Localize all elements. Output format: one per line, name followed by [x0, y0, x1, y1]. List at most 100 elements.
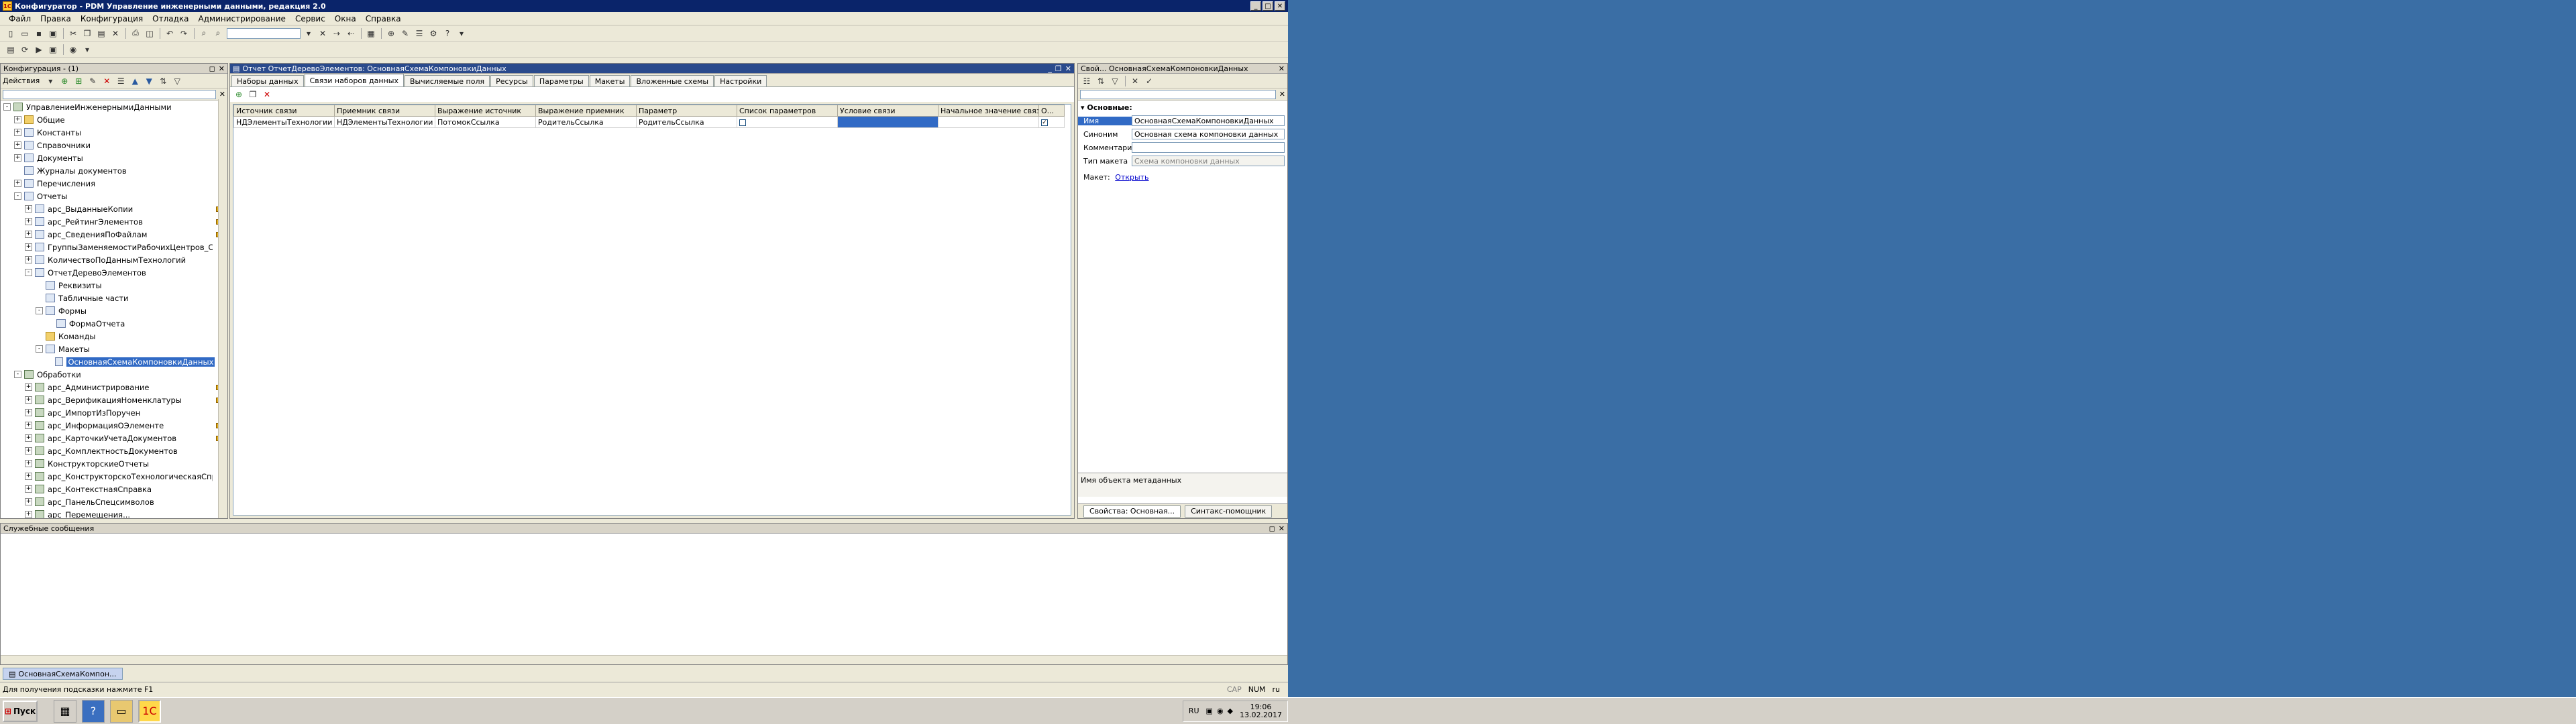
debug-start-icon[interactable]: ▶: [32, 44, 46, 56]
tree-item[interactable]: Табличные части: [3, 292, 227, 304]
table-row[interactable]: НДЭлементыТехнологии НДЭлементыТехнологии…: [233, 116, 1065, 128]
cell-initial[interactable]: [938, 116, 1039, 128]
taskbar-folder-icon[interactable]: ▭: [110, 699, 133, 723]
property-name[interactable]: Синоним: [1078, 130, 1132, 139]
tray-shield-icon[interactable]: ◆: [1228, 707, 1233, 715]
expand-icon[interactable]: +: [25, 498, 32, 505]
editor-tab[interactable]: Параметры: [533, 75, 589, 86]
config-search-input[interactable]: [3, 89, 216, 99]
delete-link-icon[interactable]: ✕: [260, 88, 274, 101]
expand-icon[interactable]: +: [25, 511, 32, 518]
move-up-icon[interactable]: ▲: [128, 75, 142, 87]
tree-item[interactable]: + арс_ИнформацияОЭлементе: [3, 419, 227, 432]
help-icon[interactable]: ?: [441, 27, 454, 40]
open-icon[interactable]: ▭: [18, 27, 32, 40]
clear-search-icon[interactable]: ✕: [219, 90, 225, 99]
collapse-icon[interactable]: -: [14, 371, 21, 378]
delete-icon[interactable]: ✕: [109, 27, 122, 40]
chevron-down-icon[interactable]: ▾: [455, 27, 468, 40]
expand-icon[interactable]: +: [14, 154, 21, 162]
add-icon[interactable]: ⊕: [58, 75, 71, 87]
categorized-icon[interactable]: ☷: [1080, 75, 1093, 87]
collapse-icon[interactable]: -: [14, 192, 21, 200]
chevron-down-icon[interactable]: ▾: [44, 75, 57, 87]
editor-tab[interactable]: Вычисляемые поля: [404, 75, 490, 86]
tree-item[interactable]: + Документы: [3, 152, 227, 164]
debug-config-icon[interactable]: ▣: [46, 44, 60, 56]
expand-icon[interactable]: +: [25, 422, 32, 429]
redo-icon[interactable]: ↷: [177, 27, 191, 40]
menu-item[interactable]: Сервис: [290, 14, 330, 23]
paste-icon[interactable]: ▤: [95, 27, 108, 40]
tree-item[interactable]: + арс_КарточкиУчетаДокументов: [3, 432, 227, 444]
windows-icon[interactable]: ▦: [364, 27, 378, 40]
filter-icon[interactable]: ▽: [170, 75, 184, 87]
window-tab[interactable]: ▤ ОсновнаяСхемаКомпон...: [3, 668, 123, 680]
window-titlebar[interactable]: 1С Конфигуратор - PDM Управление инженер…: [0, 0, 1288, 12]
properties-icon[interactable]: ☰: [413, 27, 426, 40]
tree-item[interactable]: Журналы документов: [3, 164, 227, 177]
save-icon[interactable]: ▪: [32, 27, 46, 40]
menu-item[interactable]: Администрирование: [194, 14, 290, 23]
search-combo[interactable]: [227, 27, 301, 39]
clear-search-icon[interactable]: ✕: [1279, 90, 1285, 99]
tree-item[interactable]: + арс_ПанельСпецсимволов: [3, 495, 227, 508]
zoom-icon[interactable]: ⊕: [384, 27, 398, 40]
column-header[interactable]: О...: [1038, 105, 1065, 117]
chevron-down-icon[interactable]: ▾: [302, 27, 315, 40]
restore-icon[interactable]: ❐: [1055, 64, 1062, 73]
column-header[interactable]: Условие связи: [837, 105, 938, 117]
tree-item[interactable]: - Макеты: [3, 343, 227, 355]
tray-network-icon[interactable]: ▣: [1206, 707, 1213, 715]
tree-item[interactable]: ОсновнаяСхемаКомпоновкиДанных: [3, 355, 227, 368]
tree-item[interactable]: + ГруппыЗаменяемостиРабочихЦентров_Сп...: [3, 241, 227, 253]
syntax-helper-icon[interactable]: ✎: [398, 27, 412, 40]
expand-icon[interactable]: +: [25, 434, 32, 442]
cell-param-list[interactable]: [737, 116, 838, 128]
expand-icon[interactable]: +: [25, 383, 32, 391]
property-value[interactable]: [1132, 142, 1285, 153]
undo-icon[interactable]: ↶: [163, 27, 176, 40]
copy-link-icon[interactable]: ❐: [246, 88, 260, 101]
tree-item[interactable]: Реквизиты: [3, 279, 227, 292]
column-header[interactable]: Начальное значение связи: [938, 105, 1039, 117]
repository-icon[interactable]: ◉: [66, 44, 80, 56]
search-forward-icon[interactable]: ⇢: [330, 27, 343, 40]
expand-icon[interactable]: +: [25, 396, 32, 404]
expand-icon[interactable]: +: [25, 447, 32, 455]
minimize-button[interactable]: _: [1250, 1, 1261, 11]
properties-bottom-tab[interactable]: Свойства: Основная...: [1083, 505, 1181, 518]
cell-expr_receiver[interactable]: РодительСсылка: [535, 116, 637, 128]
expand-icon[interactable]: +: [25, 409, 32, 416]
close-icon[interactable]: ✕: [219, 64, 225, 73]
filter-icon[interactable]: ▽: [1108, 75, 1122, 87]
column-header[interactable]: Параметр: [636, 105, 737, 117]
tree-item[interactable]: + КонструкторскиеОтчеты: [3, 457, 227, 470]
add-link-icon[interactable]: ⊕: [232, 88, 246, 101]
taskbar-app-1-icon[interactable]: ▦: [54, 699, 76, 723]
expand-icon[interactable]: +: [14, 129, 21, 136]
close-icon[interactable]: ✕: [1279, 64, 1285, 73]
messages-scrollbar[interactable]: [1, 655, 1287, 664]
tree-item[interactable]: + арс_Перемещения...: [3, 508, 227, 518]
cut-icon[interactable]: ✂: [66, 27, 80, 40]
column-header[interactable]: Приемник связи: [334, 105, 435, 117]
tree-item[interactable]: - УправлениеИнженернымиДанными: [3, 101, 227, 113]
tree-item[interactable]: + арс_КонтекстнаяСправка: [3, 483, 227, 495]
expand-icon[interactable]: +: [25, 256, 32, 263]
tools-icon[interactable]: ⚙: [427, 27, 440, 40]
sort-alpha-icon[interactable]: ⇅: [1094, 75, 1108, 87]
collapse-icon[interactable]: -: [36, 345, 43, 353]
tree-item[interactable]: Команды: [3, 330, 227, 343]
property-name[interactable]: Тип макета: [1078, 157, 1132, 166]
start-button[interactable]: ⊞ Пуск: [3, 700, 38, 722]
properties-group-basic[interactable]: ▾ Основные:: [1078, 101, 1287, 114]
expand-icon[interactable]: +: [25, 243, 32, 251]
new-icon[interactable]: ▯: [4, 27, 17, 40]
properties-search-input[interactable]: [1080, 89, 1276, 99]
tree-item[interactable]: + арс_Администрирование: [3, 381, 227, 394]
search-back-icon[interactable]: ⇠: [344, 27, 358, 40]
menu-item[interactable]: Справка: [361, 14, 406, 23]
property-value[interactable]: Основная схема компоновки данных: [1132, 129, 1285, 139]
find-next-icon[interactable]: ⌕: [211, 27, 225, 40]
